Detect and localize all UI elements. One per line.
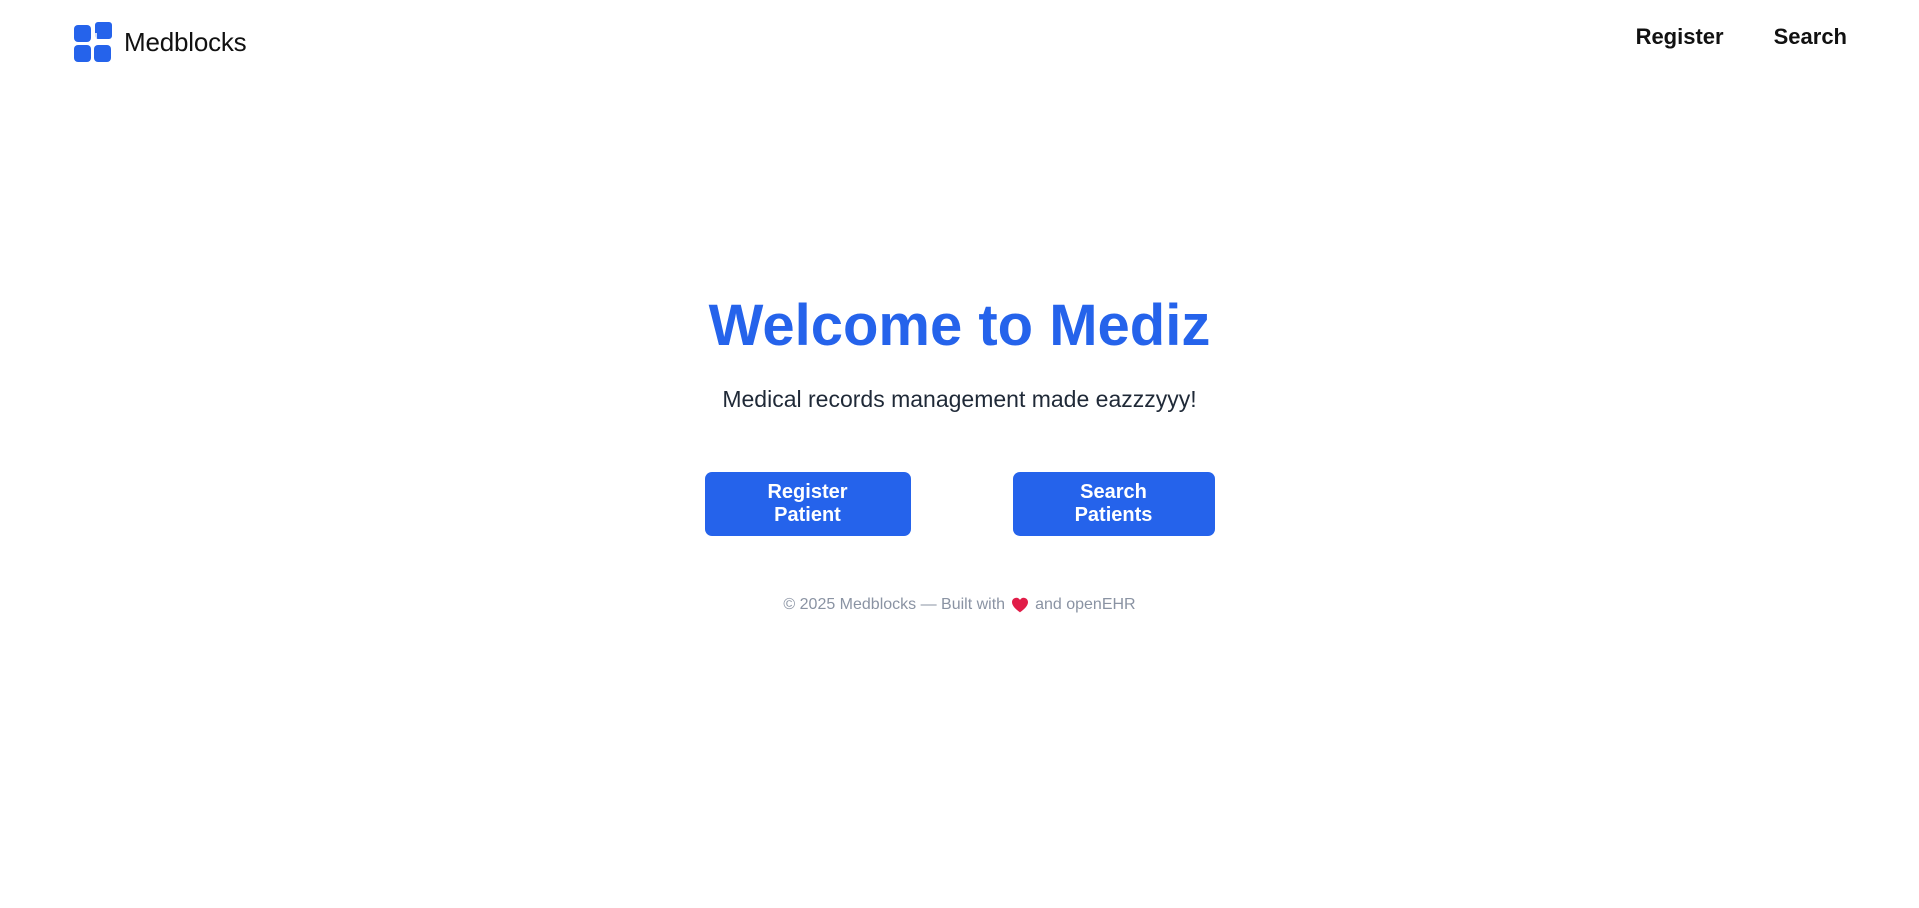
page-subtitle: Medical records management made eazzzyyy… xyxy=(722,386,1197,412)
brand-name: Medblocks xyxy=(124,26,247,57)
heart-icon xyxy=(1012,597,1029,613)
medblocks-logo-icon xyxy=(74,21,114,62)
page-title: Welcome to Mediz xyxy=(708,293,1211,358)
register-patient-button[interactable]: Register Patient xyxy=(704,472,911,536)
search-patients-button[interactable]: Search Patients xyxy=(1012,472,1215,536)
hero-section: Welcome to Mediz Medical records managem… xyxy=(0,290,1919,414)
top-navbar: Medblocks Register Search xyxy=(0,0,1919,80)
hero-actions: Register Patient Search Patients xyxy=(0,472,1919,536)
footer: © 2025 Medblocks — Built with and openEH… xyxy=(0,596,1919,614)
brand-logo-link[interactable]: Medblocks xyxy=(74,21,247,63)
footer-prefix-text: © 2025 Medblocks — Built with xyxy=(783,596,1006,613)
nav-register-link[interactable]: Register xyxy=(1636,24,1724,50)
nav-search-link[interactable]: Search xyxy=(1774,24,1847,50)
page: Medblocks Register Search Welcome to Med… xyxy=(0,0,1919,908)
footer-suffix-text: and openEHR xyxy=(1035,596,1136,613)
main-nav: Register Search xyxy=(1636,24,1847,50)
